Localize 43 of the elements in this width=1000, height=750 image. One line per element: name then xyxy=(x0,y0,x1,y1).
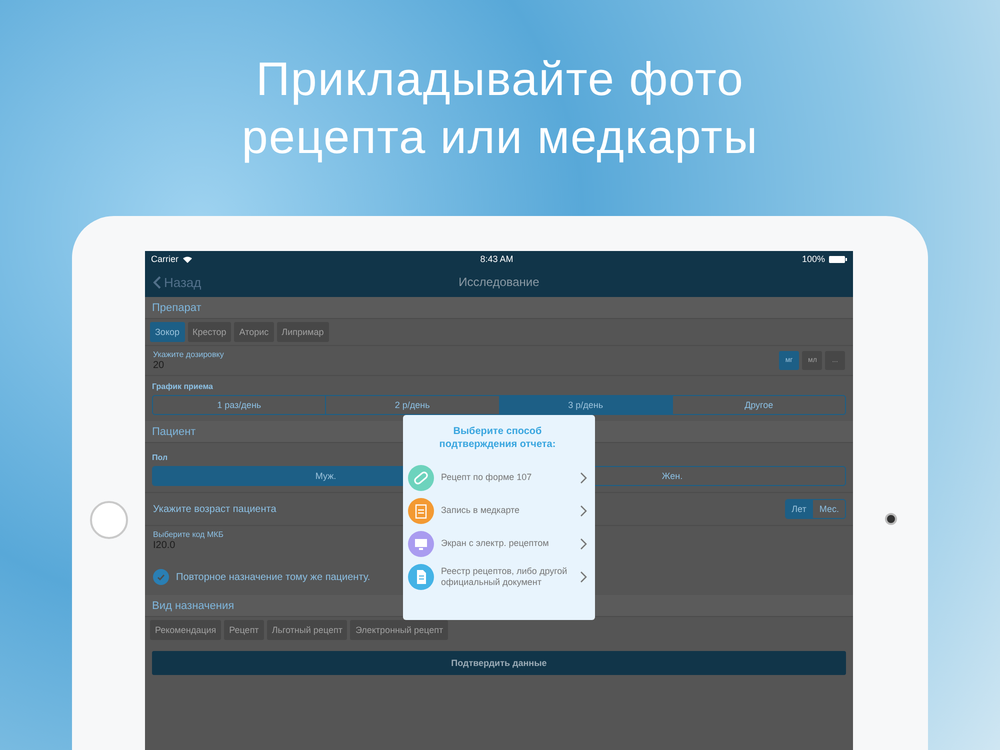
schedule-segment[interactable]: 1 раз/день xyxy=(153,396,326,414)
age-label: Укажите возраст пациента xyxy=(153,504,276,514)
headline: Прикладывайте фото рецепта или медкарты xyxy=(240,51,760,165)
chevron-icon xyxy=(580,472,587,484)
field-label: График приема xyxy=(152,382,214,391)
drug-chip[interactable]: Зокор xyxy=(150,322,184,342)
assignment-chip[interactable]: Рецепт xyxy=(224,620,264,640)
field-label: Пол xyxy=(152,453,169,462)
chevron-icon xyxy=(580,570,587,582)
drug-chip[interactable]: Аторис xyxy=(234,322,274,342)
checkbox-label: Повторное назначение тому же пациенту. xyxy=(176,572,370,582)
home-button[interactable] xyxy=(90,501,128,539)
dialog-option[interactable]: Запись в медкарте xyxy=(408,494,587,527)
schedule-segment[interactable]: 3 р/день xyxy=(498,396,672,414)
camera-icon xyxy=(884,513,896,525)
chevron-icon xyxy=(580,538,587,550)
assignment-chip[interactable]: Электронный рецепт xyxy=(350,620,448,640)
dose-value[interactable]: 20 xyxy=(153,360,224,371)
chevron-icon xyxy=(580,504,587,516)
age-unit-segment[interactable]: Лет xyxy=(786,500,812,518)
back-button[interactable]: Назад xyxy=(153,274,202,290)
section-header: Препарат xyxy=(145,297,853,319)
icd-value[interactable]: I20.0 xyxy=(153,540,224,551)
field-label: Выберите код МКБ xyxy=(153,530,224,539)
field-label: Укажите дозировку xyxy=(153,350,224,359)
submit-button[interactable]: Подтвердить данные xyxy=(152,651,846,675)
screen-title: Исследование xyxy=(458,275,540,289)
battery-icon xyxy=(828,256,847,262)
drug-chip[interactable]: Крестор xyxy=(188,322,232,342)
battery-label: 100% xyxy=(802,254,825,264)
schedule-segment[interactable]: Другое xyxy=(672,396,845,414)
drug-chip[interactable]: Липримар xyxy=(276,322,329,342)
check-icon xyxy=(157,574,165,580)
checkbox[interactable] xyxy=(153,569,169,585)
time-label: 8:43 AM xyxy=(480,254,514,264)
age-unit-segment[interactable]: Мес. xyxy=(812,500,845,518)
wifi-icon xyxy=(182,256,192,262)
dialog-option[interactable]: Экран с электр. рецептом xyxy=(408,527,587,560)
dialog-option[interactable]: Реестр рецептов, либо другой официальный документ xyxy=(408,560,587,593)
back-chevron-icon xyxy=(153,276,161,288)
carrier-label: Carrier xyxy=(151,254,179,264)
assignment-chip[interactable]: Льготный рецепт xyxy=(266,620,348,640)
assignment-chip[interactable]: Рекомендация xyxy=(150,620,222,640)
